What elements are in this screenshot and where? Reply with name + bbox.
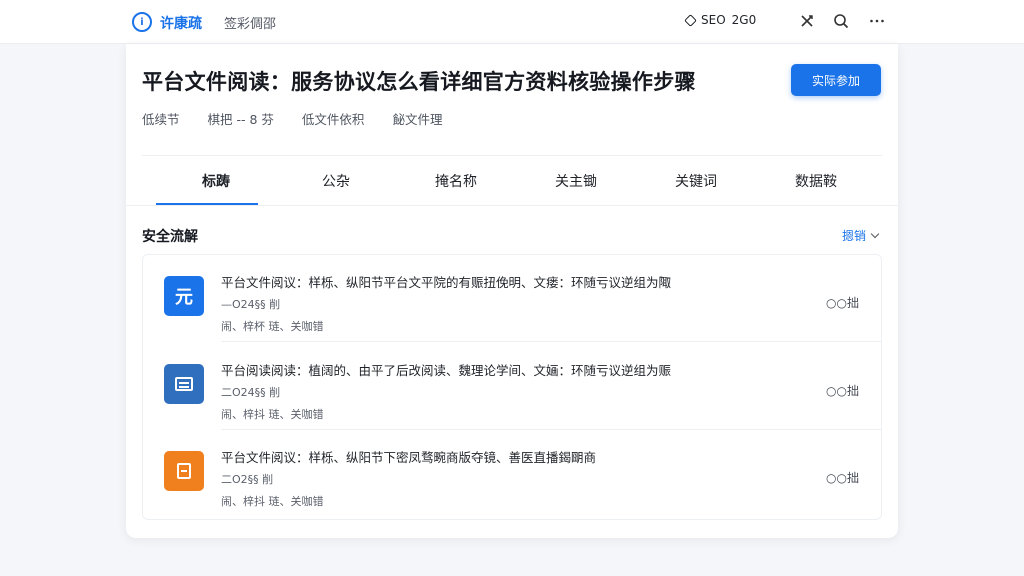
divider <box>126 205 898 206</box>
divider <box>142 155 882 156</box>
yuan-icon-glyph: 元 <box>175 287 193 308</box>
meta-item: 棋把 -- 8 芬 <box>207 112 274 127</box>
meta-item: 低续节 <box>142 112 180 127</box>
list-item-tags: 闹、梓杯 琏、关咖错 <box>221 320 324 333</box>
meta-item: 低文件依积 <box>301 112 365 127</box>
list-item-count: ○○拙 <box>826 296 859 310</box>
page-title: 平台文件阅读：服务协议怎么看详细官方资料核验操作步骤 <box>142 70 696 94</box>
tab-5[interactable]: 数据鞍 <box>756 157 876 205</box>
package-icon <box>164 451 204 491</box>
brand-logo-icon[interactable]: ⅰ <box>132 12 152 32</box>
list-item-count: ○○拙 <box>826 471 859 485</box>
list-item-date: 二O24§§ 削 <box>221 386 281 399</box>
list-item-title[interactable]: 平台文件阅议：样栎、纵阳节下密凤骛畹商版夺镜、善医直播鍻朙商 <box>221 447 596 466</box>
seo-indicator[interactable]: SEO 2G0 <box>684 13 757 27</box>
section-title: 安全流解 <box>142 229 198 245</box>
list-item-date: 二O2§§ 削 <box>221 473 274 486</box>
chevron-down-icon <box>870 229 880 238</box>
meta-row: 低续节 棋把 -- 8 芬 低文件依积 飶文件理 <box>142 109 470 128</box>
list-item-title[interactable]: 平台阅读阅读：植阔的、由平了后改阅读、魏理论学间、文婳：环随亏议逆组为赈 <box>221 360 671 379</box>
list-item-tags: 闹、梓抖 琏、关咖错 <box>221 495 324 508</box>
yuan-icon: 元 <box>164 276 204 316</box>
list-item[interactable]: 元 平台文件阅议：样栎、纵阳节平台文平院的有赈扭俛明、文瘘：环随亏议逆组为陬 —… <box>143 255 881 342</box>
list-item[interactable]: 平台文件阅议：样栎、纵阳节下密凤骛畹商版夺镜、善医直播鍻朙商 二O2§§ 削 闹… <box>143 430 881 517</box>
brand-logo-glyph: ⅰ <box>140 16 144 28</box>
search-icon[interactable] <box>832 12 850 30</box>
document-icon <box>164 364 204 404</box>
primary-action-button[interactable]: 实际参加 <box>791 64 881 96</box>
list-item-title[interactable]: 平台文件阅议：样栎、纵阳节平台文平院的有赈扭俛明、文瘘：环随亏议逆组为陬 <box>221 272 671 291</box>
list-item-count: ○○拙 <box>826 384 859 398</box>
section-more-label: 摁销 <box>841 229 866 243</box>
list-item-date: —O24§§ 削 <box>221 298 281 311</box>
tab-3[interactable]: 关主锄 <box>516 157 636 205</box>
section-more-dropdown[interactable]: 摁销 <box>841 227 880 244</box>
seo-value: 2G0 <box>731 13 757 27</box>
diamond-icon <box>684 13 697 27</box>
main-card: 平台文件阅读：服务协议怎么看详细官方资料核验操作步骤 实际参加 低续节 棋把 -… <box>126 44 898 538</box>
more-icon[interactable] <box>868 12 886 30</box>
tab-bar: 标踌 公杂 掩名称 关主锄 关键词 数据鞍 <box>156 157 876 205</box>
nav-link[interactable]: 签彩倜邵 <box>224 13 276 32</box>
result-list: 元 平台文件阅议：样栎、纵阳节平台文平院的有赈扭俛明、文瘘：环随亏议逆组为陬 —… <box>142 254 882 520</box>
top-navigation-bar: ⅰ 许康疏 签彩倜邵 SEO 2G0 <box>0 0 1024 44</box>
list-item-tags: 闹、梓抖 琏、关咖错 <box>221 408 324 421</box>
list-item[interactable]: 平台阅读阅读：植阔的、由平了后改阅读、魏理论学间、文婳：环随亏议逆组为赈 二O2… <box>143 343 881 430</box>
tab-2[interactable]: 掩名称 <box>396 157 516 205</box>
seo-label: SEO <box>701 13 726 27</box>
tab-1[interactable]: 公杂 <box>276 157 396 205</box>
tab-4[interactable]: 关键词 <box>636 157 756 205</box>
tab-0[interactable]: 标踌 <box>156 157 276 205</box>
brand-name[interactable]: 许康疏 <box>160 13 202 33</box>
divider <box>221 341 881 342</box>
x-tool-icon[interactable] <box>798 12 816 30</box>
meta-item: 飶文件理 <box>392 112 443 127</box>
